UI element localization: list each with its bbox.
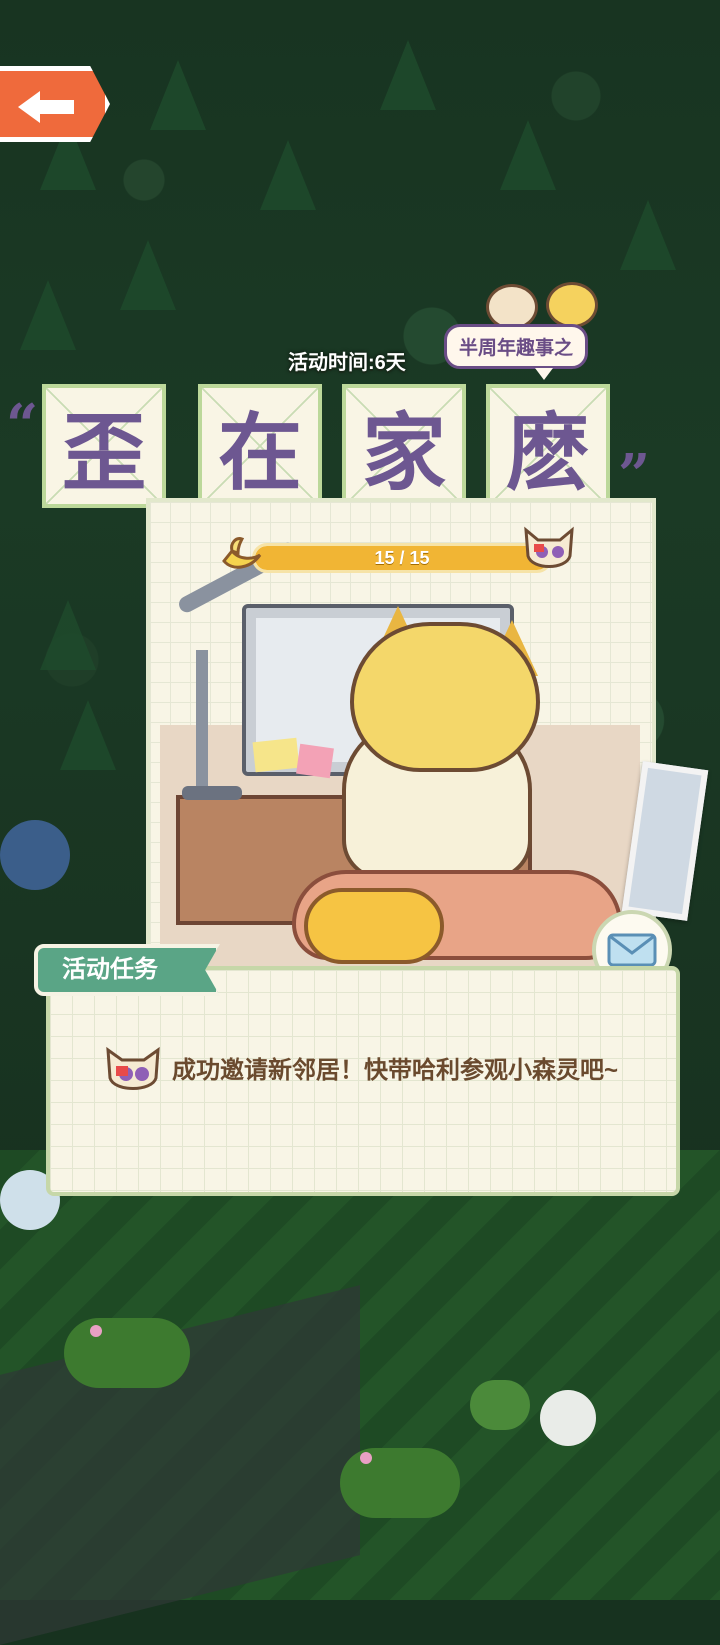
left-arrow-icon [18,91,74,123]
tree-decoration [20,280,76,350]
flower-bush-decoration [0,820,70,890]
sticky-note [296,743,334,779]
character-avatar-icon [106,1046,160,1090]
hedge-decoration [64,1318,190,1388]
tree-decoration [380,40,436,110]
sticky-note [252,737,300,773]
title-char-box: 家 [342,384,466,508]
task-tab: 活动任务 [34,944,220,996]
title-char: 家 [361,402,446,502]
title-char: 歪 [61,402,146,502]
tree-decoration [500,120,556,190]
banana-icon [222,537,262,569]
title-char-box: 麽 [486,384,610,508]
hydrangea-decoration [540,1390,596,1446]
open-quote-mark: “ [6,392,39,458]
progress-bar: 15 / 15 [252,543,552,573]
flower-decoration [90,1325,102,1337]
tree-decoration [60,700,116,770]
flower-decoration [360,1452,372,1464]
plant-decoration [470,1380,530,1430]
event-duration: 活动时间:6天 [288,352,406,374]
hedge-decoration [340,1448,460,1518]
progress-text: 15 / 15 [374,548,430,568]
title-char: 麽 [505,402,590,502]
title-char: 在 [217,402,302,502]
tree-decoration [40,600,96,670]
lamp-illustration [196,650,208,790]
tree-decoration [150,60,206,130]
tree-decoration [620,200,676,270]
tree-decoration [120,240,176,310]
subtitle-tag: 半周年趣事之 [444,324,589,380]
cat-head-illustration [350,622,540,772]
title-char-box: 歪 [42,384,166,508]
title-char-box: 在 [198,384,322,508]
envelope-icon [607,933,657,967]
tree-decoration [260,140,316,210]
task-description: 成功邀请新邻居！快带哈利参观小森灵吧~ [172,1057,619,1084]
duck-pillow-illustration [304,888,444,964]
lamp-base [182,786,242,800]
back-button[interactable] [0,66,110,142]
character-avatar-icon [524,526,574,568]
cat-avatar-icon [546,282,598,328]
